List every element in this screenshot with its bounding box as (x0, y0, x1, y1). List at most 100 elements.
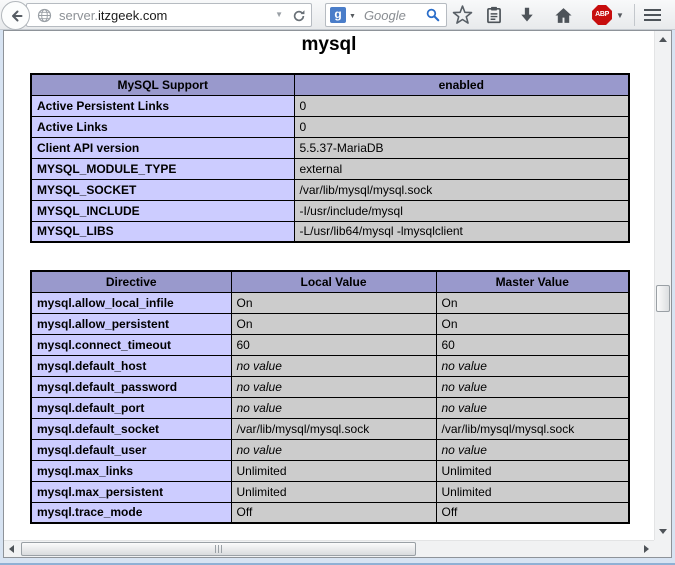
value-cell: /var/lib/mysql/mysql.sock (436, 418, 629, 439)
table-row: mysql.default_portno valueno value (31, 397, 629, 418)
directive-label-cell: MYSQL_INCLUDE (31, 200, 294, 221)
value-cell: 0 (294, 116, 629, 137)
bookmark-star-button[interactable] (448, 2, 476, 28)
value-cell: 60 (231, 334, 436, 355)
directive-label-cell: mysql.default_port (31, 397, 231, 418)
value-cell: -I/usr/include/mysql (294, 200, 629, 221)
reload-icon (292, 9, 306, 23)
menu-button[interactable] (638, 2, 666, 28)
downloads-button[interactable] (513, 2, 541, 28)
directive-label-cell: mysql.allow_persistent (31, 313, 231, 334)
horizontal-scrollbar-thumb[interactable] (21, 542, 416, 556)
column-header: Local Value (231, 271, 436, 292)
value-cell: /var/lib/mysql/mysql.sock (294, 179, 629, 200)
reload-button[interactable] (291, 8, 307, 24)
value-cell: Off (436, 502, 629, 523)
search-icon (426, 8, 440, 22)
search-input[interactable]: Google (364, 8, 426, 23)
mysql-directives-table: DirectiveLocal ValueMaster Valuemysql.al… (30, 270, 630, 524)
table-row: MYSQL_MODULE_TYPEexternal (31, 158, 629, 179)
value-cell: 5.5.37-MariaDB (294, 137, 629, 158)
value-cell: On (436, 313, 629, 334)
table-row: mysql.max_linksUnlimitedUnlimited (31, 460, 629, 481)
table-row: Active Persistent Links0 (31, 95, 629, 116)
back-button[interactable] (1, 1, 30, 30)
column-header: Master Value (436, 271, 629, 292)
scroll-down-icon[interactable] (659, 529, 667, 534)
globe-icon (37, 8, 52, 28)
directive-label-cell: Active Links (31, 116, 294, 137)
directive-label-cell: MYSQL_LIBS (31, 221, 294, 242)
scroll-right-icon[interactable] (644, 545, 649, 553)
search-go-button[interactable] (426, 8, 442, 22)
horizontal-scrollbar[interactable] (4, 540, 654, 557)
directive-label-cell: mysql.connect_timeout (31, 334, 231, 355)
value-cell: On (231, 292, 436, 313)
bookmark-star-icon (452, 5, 473, 26)
vertical-scrollbar-thumb[interactable] (656, 285, 670, 312)
value-cell: 60 (436, 334, 629, 355)
scrollbar-grip (215, 545, 223, 553)
home-button[interactable] (549, 2, 577, 28)
downloads-icon (518, 6, 536, 24)
scroll-left-icon[interactable] (9, 545, 14, 553)
directive-label-cell: MYSQL_MODULE_TYPE (31, 158, 294, 179)
search-engine-dropdown-icon[interactable]: ▼ (349, 13, 356, 20)
value-cell: Unlimited (436, 460, 629, 481)
url-subdomain: server. (59, 8, 98, 23)
adblock-dropdown-icon[interactable]: ▼ (616, 11, 624, 20)
urlbar-dropdown-icon[interactable]: ▼ (275, 11, 283, 19)
value-cell: Off (231, 502, 436, 523)
directive-label-cell: mysql.default_password (31, 376, 231, 397)
value-cell: 0 (294, 95, 629, 116)
directive-label-cell: mysql.trace_mode (31, 502, 231, 523)
value-cell: no value (231, 397, 436, 418)
value-cell: Unlimited (231, 481, 436, 502)
table-row: mysql.default_hostno valueno value (31, 355, 629, 376)
adblock-plus-icon: ABP (592, 5, 612, 25)
scrollbar-corner (654, 540, 671, 557)
directive-label-cell: mysql.default_user (31, 439, 231, 460)
directive-label-cell: mysql.default_socket (31, 418, 231, 439)
value-cell: Unlimited (231, 460, 436, 481)
back-icon (8, 8, 24, 24)
table-row: mysql.default_userno valueno value (31, 439, 629, 460)
table-row: mysql.default_socket/var/lib/mysql/mysql… (31, 418, 629, 439)
directive-label-cell: mysql.default_host (31, 355, 231, 376)
google-engine-icon[interactable]: g (330, 7, 346, 23)
value-cell: no value (231, 439, 436, 460)
value-cell: -L/usr/lib64/mysql -lmysqlclient (294, 221, 629, 242)
directive-label-cell: mysql.max_links (31, 460, 231, 481)
vertical-scrollbar[interactable] (654, 31, 671, 540)
value-cell: no value (231, 355, 436, 376)
value-cell: no value (436, 397, 629, 418)
column-header: Directive (31, 271, 231, 292)
table-header-row: MySQL Supportenabled (31, 74, 629, 95)
value-cell: no value (436, 355, 629, 376)
value-cell: external (294, 158, 629, 179)
bookmarks-list-button[interactable] (480, 2, 508, 28)
url-text: server.itzgeek.com (59, 8, 167, 23)
table-row: mysql.allow_persistentOnOn (31, 313, 629, 334)
value-cell: Unlimited (436, 481, 629, 502)
page-title: mysql (4, 34, 654, 56)
column-header: MySQL Support (31, 74, 294, 95)
directive-label-cell: mysql.max_persistent (31, 481, 231, 502)
menu-icon (644, 9, 661, 21)
url-domain: itzgeek.com (98, 8, 167, 23)
scroll-up-icon[interactable] (659, 37, 667, 42)
value-cell: On (231, 313, 436, 334)
directive-label-cell: mysql.allow_local_infile (31, 292, 231, 313)
mysql-support-table: MySQL SupportenabledActive Persistent Li… (30, 73, 630, 243)
value-cell: no value (436, 439, 629, 460)
value-cell: /var/lib/mysql/mysql.sock (231, 418, 436, 439)
url-bar[interactable]: server.itzgeek.com ▼ (26, 3, 312, 27)
table-row: mysql.allow_local_infileOnOn (31, 292, 629, 313)
toolbar-separator (634, 4, 635, 26)
table-header-row: DirectiveLocal ValueMaster Value (31, 271, 629, 292)
table-row: MYSQL_LIBS-L/usr/lib64/mysql -lmysqlclie… (31, 221, 629, 242)
search-box[interactable]: g ▼ Google (325, 3, 447, 27)
column-header: enabled (294, 74, 629, 95)
adblock-plus-button[interactable]: ABP ▼ (586, 2, 630, 28)
page-viewport: mysql MySQL SupportenabledActive Persist… (3, 30, 672, 558)
